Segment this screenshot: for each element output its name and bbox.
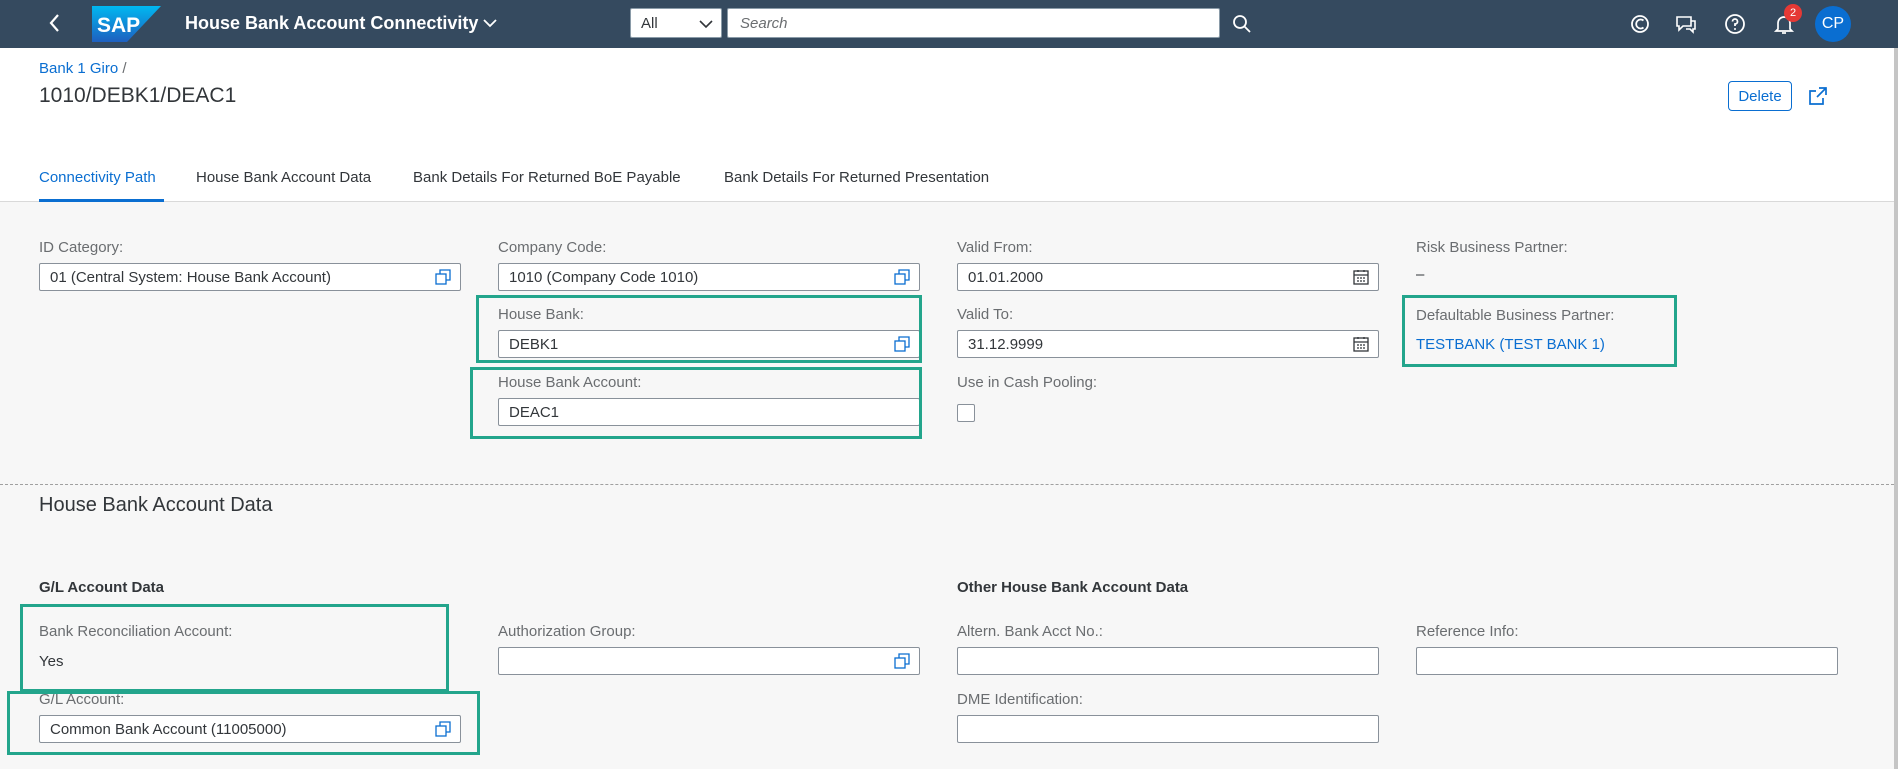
- auth-group-field[interactable]: [498, 647, 920, 675]
- value-help-icon[interactable]: [894, 653, 910, 669]
- highlight-gl-account: [7, 691, 480, 755]
- share-icon[interactable]: [1806, 84, 1830, 108]
- highlight-defaultable-bp: [1402, 295, 1677, 367]
- id-category-label: ID Category:: [39, 239, 124, 256]
- reference-info-field[interactable]: [1416, 647, 1838, 675]
- value-help-icon[interactable]: [894, 269, 910, 285]
- id-category-field[interactable]: 01 (Central System: House Bank Account): [39, 263, 461, 291]
- object-header: Bank 1 Giro / 1010/DEBK1/DEAC1 Delete Co…: [0, 48, 1894, 202]
- chevron-down-icon: [699, 20, 713, 29]
- valid-from-value: 01.01.2000: [968, 269, 1044, 286]
- tab-connectivity-path[interactable]: Connectivity Path: [39, 169, 156, 186]
- auth-group-label: Authorization Group:: [498, 623, 636, 640]
- value-help-icon[interactable]: [435, 269, 451, 285]
- scrollbar[interactable]: [1894, 48, 1898, 769]
- highlight-house-bank: [476, 295, 922, 363]
- search-icon[interactable]: [1230, 12, 1254, 36]
- feedback-icon[interactable]: [1674, 12, 1698, 36]
- valid-from-label: Valid From:: [957, 239, 1033, 256]
- help-icon[interactable]: [1723, 12, 1747, 36]
- breadcrumb: Bank 1 Giro /: [39, 60, 127, 77]
- calendar-icon[interactable]: [1353, 336, 1369, 352]
- highlight-bank-recon: [20, 604, 449, 692]
- altern-acct-label: Altern. Bank Acct No.:: [957, 623, 1103, 640]
- dme-label: DME Identification:: [957, 691, 1083, 708]
- chevron-down-icon[interactable]: [481, 14, 499, 32]
- risk-bp-label: Risk Business Partner:: [1416, 239, 1568, 256]
- altern-acct-field[interactable]: [957, 647, 1379, 675]
- company-code-value: 1010 (Company Code 1010): [509, 269, 699, 286]
- tab-bank-details-returned-presentation[interactable]: Bank Details For Returned Presentation: [724, 169, 989, 186]
- valid-to-value: 31.12.9999: [968, 336, 1044, 353]
- search-placeholder: Search: [740, 15, 788, 32]
- shell-bar: SAP House Bank Account Connectivity All …: [0, 0, 1898, 48]
- search-scope-value: All: [641, 15, 658, 32]
- risk-bp-value: –: [1416, 266, 1425, 283]
- cash-pooling-label: Use in Cash Pooling:: [957, 374, 1098, 391]
- copilot-icon[interactable]: [1628, 12, 1652, 36]
- tab-house-bank-account-data[interactable]: House Bank Account Data: [196, 169, 371, 186]
- calendar-icon[interactable]: [1353, 269, 1369, 285]
- app-title[interactable]: House Bank Account Connectivity: [185, 13, 478, 34]
- section-divider: [0, 484, 1894, 485]
- valid-from-field[interactable]: 01.01.2000: [957, 263, 1379, 291]
- breadcrumb-link[interactable]: Bank 1 Giro: [39, 60, 118, 77]
- logo-text: SAP: [97, 14, 140, 37]
- cash-pooling-checkbox[interactable]: [957, 404, 975, 422]
- group-title-gl-account-data: G/L Account Data: [39, 579, 165, 596]
- notification-badge: 2: [1784, 4, 1802, 22]
- avatar[interactable]: CP: [1815, 6, 1851, 42]
- search-scope-select[interactable]: All: [630, 8, 722, 38]
- company-code-label: Company Code:: [498, 239, 607, 256]
- reference-info-label: Reference Info:: [1416, 623, 1519, 640]
- dme-field[interactable]: [957, 715, 1379, 743]
- section-title-house-bank-account-data: House Bank Account Data: [39, 494, 273, 516]
- id-category-value: 01 (Central System: House Bank Account): [50, 269, 331, 286]
- highlight-house-bank-account: [470, 367, 922, 439]
- valid-to-label: Valid To:: [957, 306, 1014, 323]
- search-input[interactable]: Search: [727, 8, 1220, 38]
- tab-bank-details-returned-boe-payable[interactable]: Bank Details For Returned BoE Payable: [413, 169, 681, 186]
- back-icon[interactable]: [48, 12, 70, 36]
- valid-to-field[interactable]: 31.12.9999: [957, 330, 1379, 358]
- page-title: 1010/DEBK1/DEAC1: [39, 84, 237, 107]
- group-title-other-data: Other House Bank Account Data: [957, 579, 1189, 596]
- breadcrumb-separator: /: [122, 60, 127, 77]
- delete-button[interactable]: Delete: [1728, 81, 1792, 111]
- active-tab-indicator: [39, 199, 164, 202]
- company-code-field[interactable]: 1010 (Company Code 1010): [498, 263, 920, 291]
- sap-logo: SAP: [92, 6, 161, 42]
